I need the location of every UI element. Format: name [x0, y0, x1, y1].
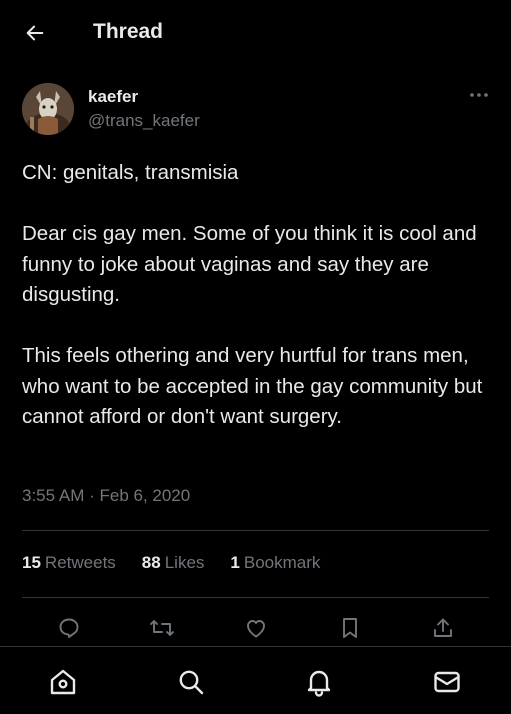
retweets-label: Retweets: [44, 553, 116, 572]
tweet-paragraph: Dear cis gay men. Some of you think it i…: [22, 222, 477, 306]
home-icon: [48, 667, 78, 697]
nav-notifications[interactable]: [302, 665, 336, 699]
bookmark-icon: [339, 616, 361, 640]
bookmark-button[interactable]: [336, 614, 364, 642]
search-icon: [176, 667, 206, 697]
bookmarks-label: Bookmark: [243, 553, 321, 572]
more-icon: [469, 92, 489, 98]
share-icon: [431, 616, 455, 640]
likes-stat[interactable]: 88 Likes: [142, 553, 205, 573]
likes-label: Likes: [164, 553, 205, 572]
reply-icon: [57, 616, 81, 640]
likes-count: 88: [141, 553, 161, 572]
arrow-left-icon: [24, 22, 46, 44]
reply-button[interactable]: [55, 614, 83, 642]
page-title: Thread: [93, 20, 164, 43]
retweet-icon: [149, 616, 175, 640]
tweet-action-bar: [0, 610, 511, 646]
more-options-button[interactable]: [466, 85, 492, 105]
nav-home[interactable]: [46, 665, 80, 699]
tweet-text: CN: genitals, transmisia Dear cis gay me…: [22, 158, 492, 433]
top-bar: Thread: [0, 0, 511, 66]
tweet-stats: 15 Retweets 88 Likes 1 Bookmark: [22, 553, 346, 573]
tweet-paragraph: This feels othering and very hurtful for…: [22, 344, 483, 428]
nav-messages[interactable]: [430, 665, 464, 699]
nav-search[interactable]: [174, 665, 208, 699]
like-button[interactable]: [242, 614, 270, 642]
bottom-navigation: [0, 646, 511, 714]
notifications-icon: [304, 667, 334, 697]
divider: [22, 530, 489, 531]
tweet-timestamp[interactable]: 3:55 AM · Feb 6, 2020: [22, 486, 190, 506]
divider: [22, 597, 489, 598]
bookmarks-count: 1: [230, 553, 240, 572]
messages-icon: [432, 667, 462, 697]
retweets-stat[interactable]: 15 Retweets: [22, 553, 116, 573]
tweet-paragraph: CN: genitals, transmisia: [22, 161, 239, 184]
author-handle[interactable]: @trans_kaefer: [88, 111, 200, 131]
tweet-author: kaefer @trans_kaefer: [22, 83, 492, 137]
avatar[interactable]: [22, 83, 74, 135]
retweet-button[interactable]: [148, 614, 176, 642]
author-display-name[interactable]: kaefer: [88, 87, 138, 107]
back-button[interactable]: [20, 18, 50, 48]
share-button[interactable]: [429, 614, 457, 642]
like-icon: [244, 616, 268, 640]
bookmarks-stat[interactable]: 1 Bookmark: [230, 553, 320, 573]
retweets-count: 15: [22, 553, 41, 572]
